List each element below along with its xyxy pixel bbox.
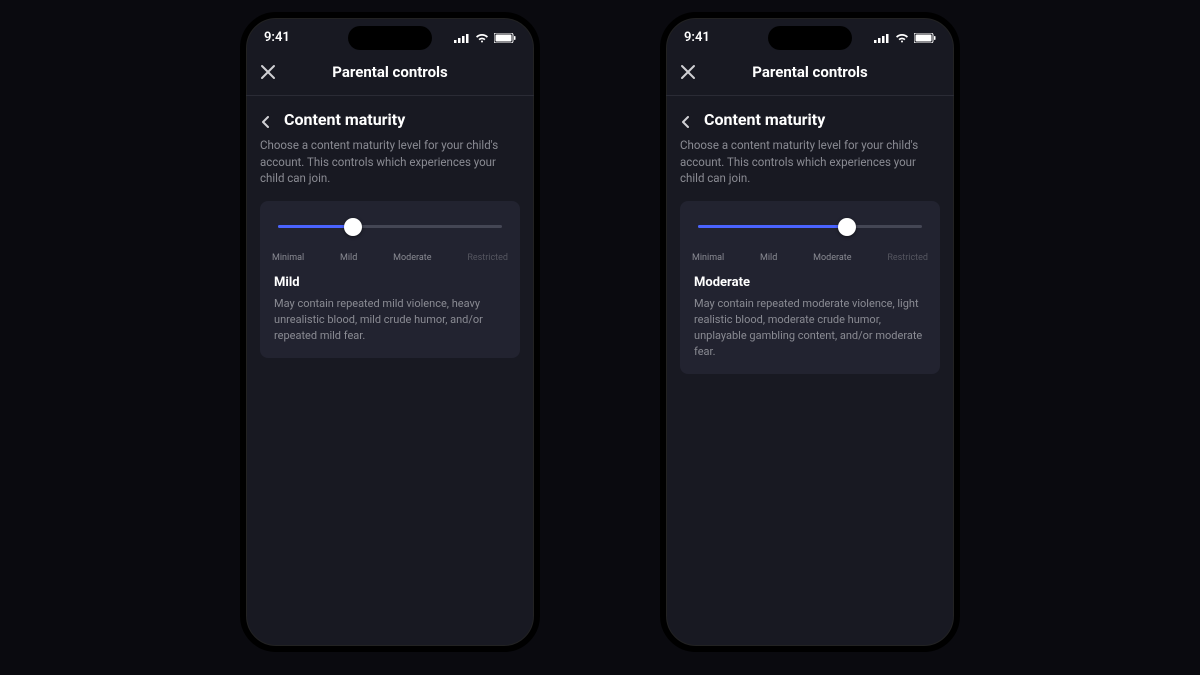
section-description: Choose a content maturity level for your…: [260, 137, 520, 187]
content-area: Content maturity Choose a content maturi…: [666, 96, 954, 374]
nav-title: Parental controls: [680, 63, 940, 81]
wifi-icon: [475, 33, 489, 43]
phone-frame: 9:41 Parental controls Content maturity …: [660, 12, 960, 652]
selected-level-desc: May contain repeated moderate violence, …: [694, 296, 926, 360]
status-time: 9:41: [264, 30, 290, 45]
notch: [768, 26, 852, 50]
slider-track-fill: [278, 225, 353, 228]
nav-bar: Parental controls: [246, 49, 534, 96]
nav-title: Parental controls: [260, 63, 520, 81]
status-time: 9:41: [684, 30, 710, 45]
maturity-card: Minimal Mild Moderate Restricted Mild Ma…: [260, 201, 520, 358]
selected-level-name: Moderate: [694, 275, 926, 290]
maturity-slider[interactable]: [278, 217, 502, 247]
signal-icon: [454, 33, 470, 43]
tick-mild: Mild: [340, 253, 357, 263]
selected-level-desc: May contain repeated mild violence, heav…: [274, 296, 506, 344]
section-header: Content maturity: [260, 110, 520, 129]
selected-level-name: Mild: [274, 275, 506, 290]
slider-track-fill: [698, 225, 847, 228]
slider-labels: Minimal Mild Moderate Restricted: [272, 253, 508, 263]
slider-labels: Minimal Mild Moderate Restricted: [692, 253, 928, 263]
status-indicators: [874, 33, 936, 43]
maturity-slider[interactable]: [698, 217, 922, 247]
notch: [348, 26, 432, 50]
battery-icon: [914, 33, 936, 43]
tick-restricted: Restricted: [467, 253, 508, 263]
section-header: Content maturity: [680, 110, 940, 129]
tick-mild: Mild: [760, 253, 777, 263]
slider-thumb[interactable]: [344, 218, 362, 236]
content-area: Content maturity Choose a content maturi…: [246, 96, 534, 358]
slider-thumb[interactable]: [838, 218, 856, 236]
status-indicators: [454, 33, 516, 43]
wifi-icon: [895, 33, 909, 43]
signal-icon: [874, 33, 890, 43]
tick-restricted: Restricted: [887, 253, 928, 263]
section-description: Choose a content maturity level for your…: [680, 137, 940, 187]
back-icon[interactable]: [260, 113, 274, 127]
tick-minimal: Minimal: [272, 253, 304, 263]
tick-moderate: Moderate: [813, 253, 851, 263]
section-title: Content maturity: [284, 110, 405, 129]
battery-icon: [494, 33, 516, 43]
tick-minimal: Minimal: [692, 253, 724, 263]
phone-frame: 9:41 Parental controls Content maturity …: [240, 12, 540, 652]
tick-moderate: Moderate: [393, 253, 431, 263]
maturity-card: Minimal Mild Moderate Restricted Moderat…: [680, 201, 940, 374]
back-icon[interactable]: [680, 113, 694, 127]
nav-bar: Parental controls: [666, 49, 954, 96]
section-title: Content maturity: [704, 110, 825, 129]
